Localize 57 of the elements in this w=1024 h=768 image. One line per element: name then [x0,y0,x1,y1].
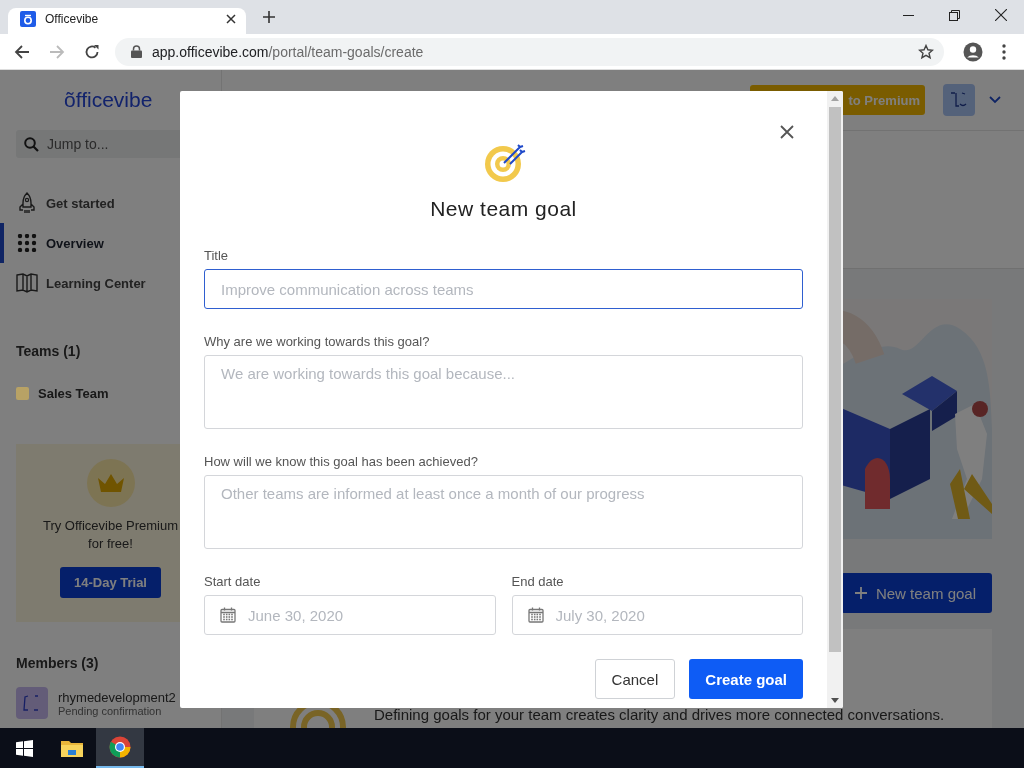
teams-heading: Teams (1) [16,343,82,359]
chevron-down-icon[interactable] [989,96,1001,104]
bookmark-star-icon[interactable] [918,43,934,60]
team-name: Sales Team [38,386,109,401]
profile-icon[interactable] [963,41,983,62]
dots-grid-icon [16,234,38,252]
app-favicon-icon [20,11,36,27]
menu-icon[interactable] [1002,43,1006,60]
text-area-field[interactable]: We are working towards this goal because... [204,355,803,429]
avatar-icon [16,687,48,719]
field-label: Title [204,247,230,265]
field-label: End date [511,573,565,591]
new-team-goal-button[interactable]: New team goal [840,573,992,613]
windows-logo-icon [15,739,33,757]
scroll-down-icon[interactable] [831,698,839,703]
title-input-field[interactable]: Improve communication across teams [204,269,803,309]
crown-icon [86,459,135,507]
folder-icon [61,739,83,757]
member-status: Pending confirmation [58,704,162,717]
dialog-title: New team goal [429,196,578,222]
member-name: rhymedevelopment2 [58,689,176,705]
members-heading: Members (3) [16,655,100,671]
team-item[interactable]: Sales Team [16,386,205,401]
rocket-icon [16,192,38,214]
back-arrow-icon[interactable] [14,43,30,60]
close-tab-icon[interactable] [226,14,236,24]
browser-tab[interactable]: Officevibe [8,8,246,34]
field-label: Start date [204,573,262,591]
scrollbar[interactable] [827,91,843,708]
reload-icon[interactable] [84,43,100,60]
search-icon [24,137,39,152]
nav-item[interactable]: Learning Center [16,263,205,303]
date-field[interactable]: July 30, 2020 [511,595,803,635]
date-field[interactable]: June 30, 2020 [204,595,496,635]
calendar-icon [527,607,544,623]
cancel-button[interactable]: Cancel [594,659,676,699]
field-label: How will we know this goal has been achieved? [204,453,479,471]
trial-button[interactable]: 14-Day Trial [60,567,161,598]
chrome-icon [109,736,131,758]
plus-icon [854,587,867,599]
officevibe-logo[interactable]: õfficevibe [64,88,153,112]
address-bar[interactable]: app.officevibe.com/portal/team-goals/create [115,37,944,66]
restore-icon[interactable] [949,9,960,21]
close-icon[interactable] [780,125,794,139]
new-tab-icon[interactable] [262,10,276,24]
lock-icon [131,45,142,58]
book-icon [16,273,38,293]
text-area-field[interactable]: Other teams are informed at least once a month of our progress [204,475,803,549]
goals-description: Defining goals for your team creates clarity and drives more connected conversations. [374,706,945,723]
field-label: Why are we working towards this goal? [204,333,431,351]
close-icon[interactable] [995,9,1007,21]
calendar-icon [220,607,236,623]
promo-text: Try Officevibe Premium for free! [41,517,180,553]
tab-title: Officevibe [45,12,100,26]
nav-item[interactable]: Get started [16,183,205,223]
create-goal-button[interactable]: Create goal [689,659,803,699]
taskbar-button[interactable] [96,728,144,768]
